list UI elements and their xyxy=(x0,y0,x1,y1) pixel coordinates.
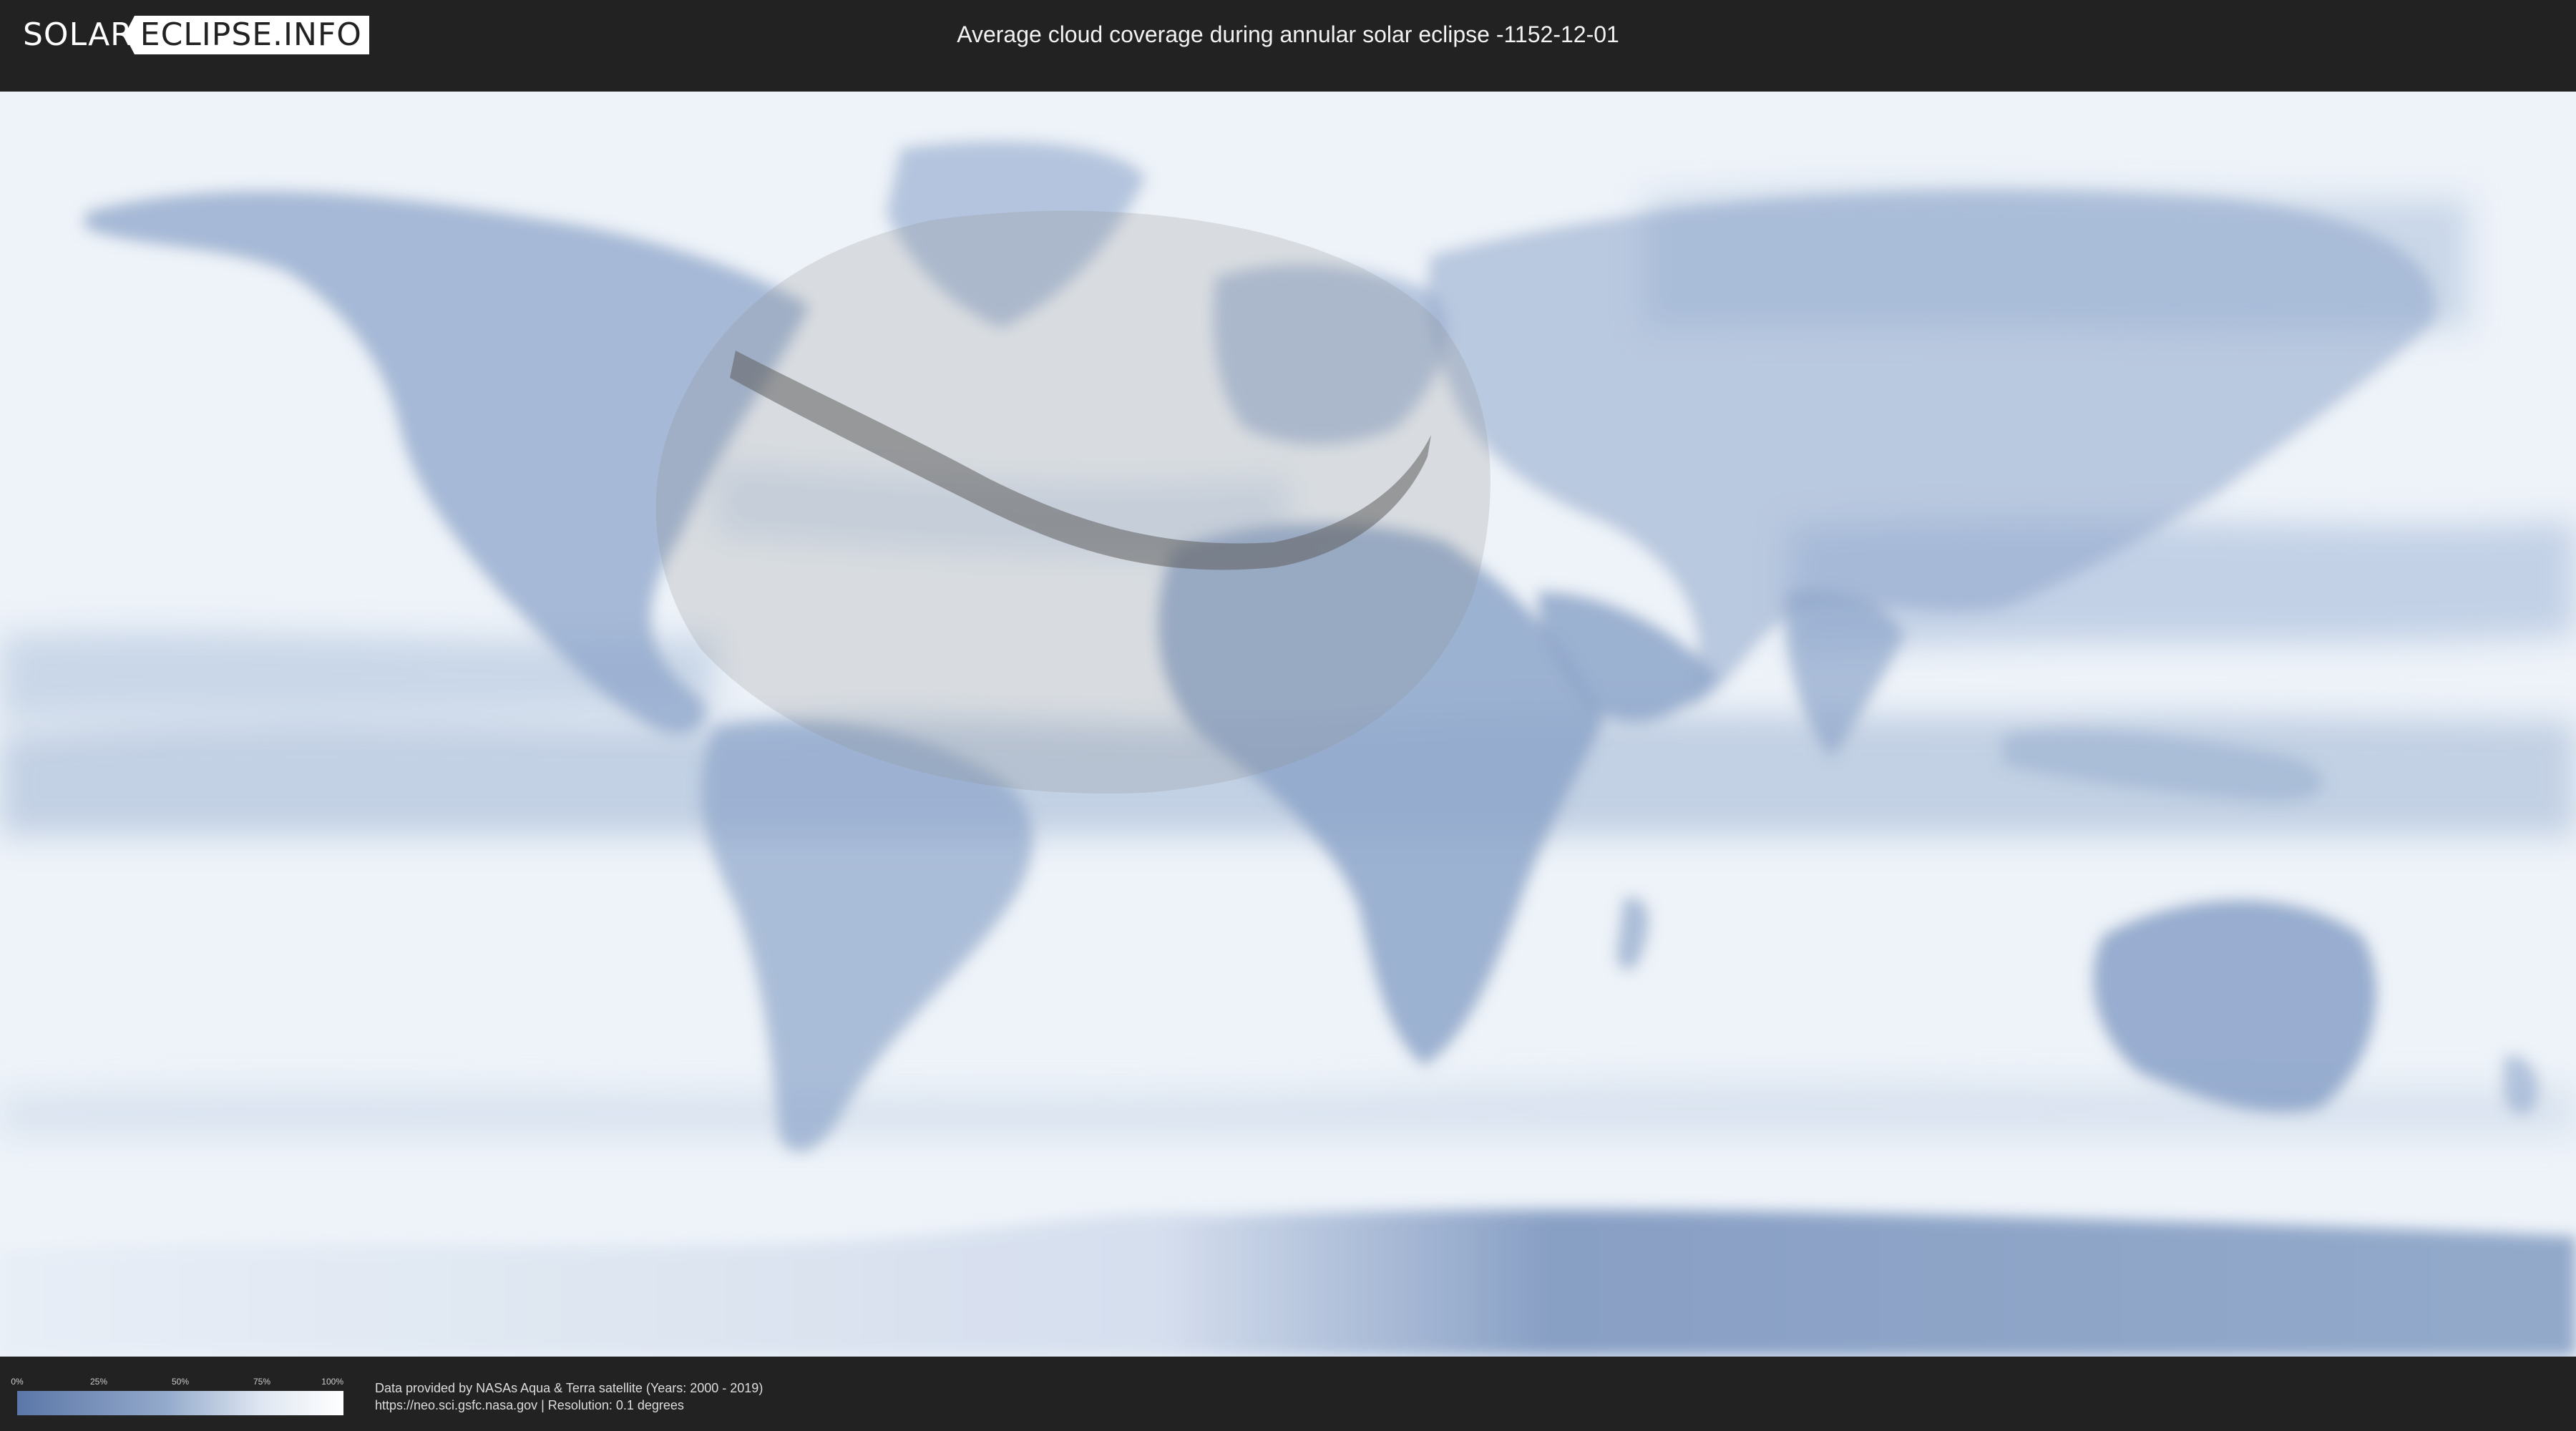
legend-tick-100: 100% xyxy=(321,1377,343,1387)
credit-line-source: Data provided by NASAs Aqua & Terra sate… xyxy=(375,1381,763,1395)
legend-tick-50: 50% xyxy=(171,1377,190,1387)
data-credits: Data provided by NASAs Aqua & Terra sate… xyxy=(375,1379,763,1414)
legend-gradient-bar xyxy=(17,1391,343,1415)
header-bar: SOLAR ECLIPSE.INFO Average cloud coverag… xyxy=(0,0,2576,72)
page-title: Average cloud coverage during annular so… xyxy=(957,21,1619,47)
legend-tick-25: 25% xyxy=(89,1377,108,1387)
credit-line-url[interactable]: https://neo.sci.gsfc.nasa.gov | Resoluti… xyxy=(375,1397,763,1414)
legend-tick-75: 75% xyxy=(253,1377,271,1387)
footer-bar: 0% 25% 50% 75% 100% Data provided by NAS… xyxy=(0,1359,2576,1431)
legend-tick-0: 0% xyxy=(11,1377,24,1387)
eclipse-visibility-zone xyxy=(655,210,1491,794)
world-map-svg xyxy=(0,92,2576,1357)
cloud-coverage-map xyxy=(0,92,2576,1357)
